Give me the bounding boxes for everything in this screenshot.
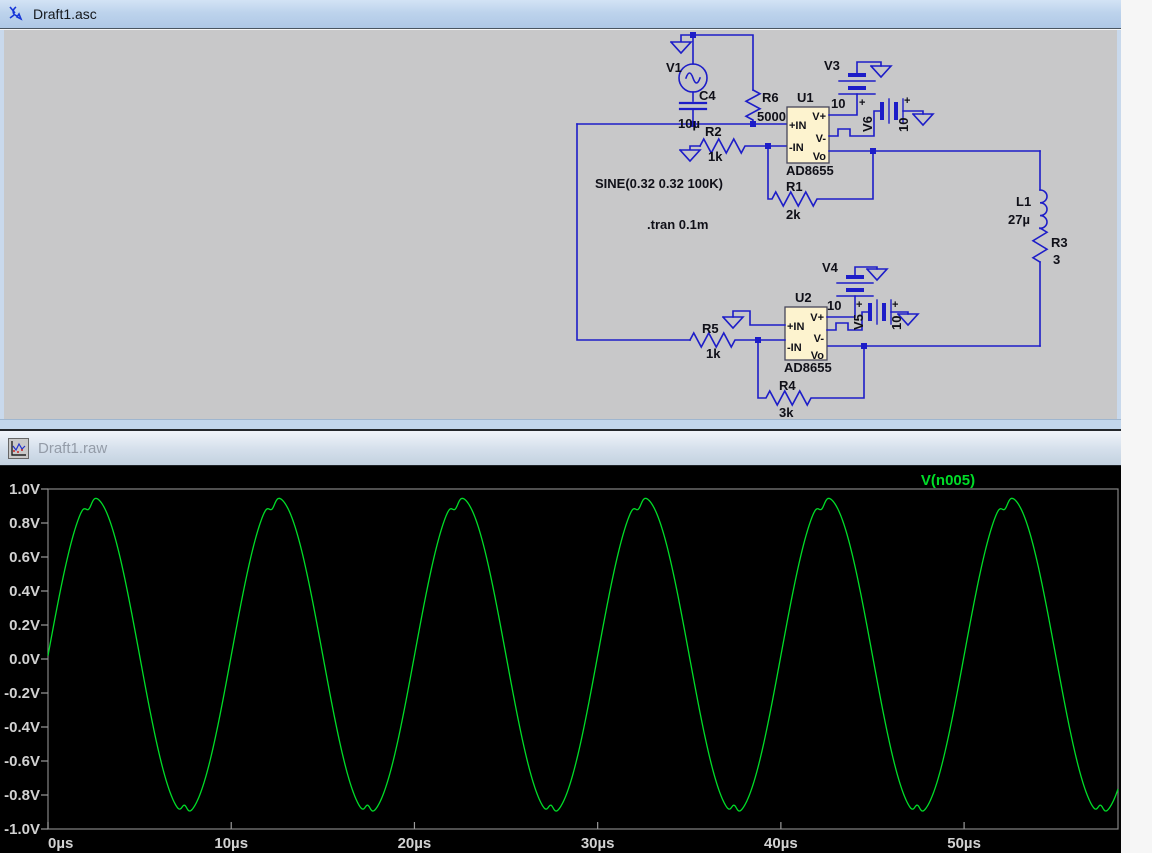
- u2-pin-vplus: V+: [810, 312, 824, 324]
- x-tick-label: 20µs: [398, 835, 432, 852]
- y-tick-label: -0.2V: [4, 685, 40, 702]
- schematic-titlebar[interactable]: Draft1.asc: [0, 0, 1121, 29]
- y-axis: 1.0V 0.8V 0.6V 0.4V 0.2V 0.0V -0.2V -0.4V -0.6V -…: [4, 481, 48, 838]
- label-v4-name[interactable]: V4: [822, 260, 839, 275]
- y-tick-label: 0.0V: [9, 651, 40, 668]
- wire-top-net[interactable]: [669, 34, 754, 91]
- y-tick-label: -0.8V: [4, 787, 40, 804]
- u2-pin-out: Vo: [811, 350, 825, 362]
- label-v4-value[interactable]: 10: [827, 298, 841, 313]
- u2-pin-vminus: V-: [814, 333, 825, 345]
- label-v5-plus: +: [892, 299, 898, 311]
- label-v6-plus: +: [904, 95, 910, 107]
- label-v5-value[interactable]: 10: [889, 316, 904, 330]
- label-v3-name[interactable]: V3: [824, 58, 840, 73]
- y-tick-label: 0.4V: [9, 583, 40, 600]
- ground-r2-icon: [678, 145, 702, 163]
- label-u1-part[interactable]: AD8655: [786, 163, 834, 178]
- schematic-window: Draft1.asc V1 C4 10µ R2 1k R6 5000 U1 AD…: [0, 0, 1121, 430]
- u2-pin-inplus: +IN: [787, 321, 804, 333]
- x-tick-label: 0µs: [48, 835, 73, 852]
- u2-pin-inminus: -IN: [787, 342, 802, 354]
- x-tick-label: 50µs: [947, 835, 981, 852]
- directive-tran[interactable]: .tran 0.1m: [647, 217, 708, 232]
- label-c4-value[interactable]: 10µ: [678, 116, 700, 131]
- schematic-title: Draft1.asc: [33, 6, 97, 22]
- waveform-window: Draft1.raw V(n005) 1.0V 0.8V 0.6V 0.4V 0.2V 0…: [0, 429, 1121, 853]
- x-axis: 0µs 10µs 20µs 30µs 40µs 50µs: [47, 822, 981, 852]
- waveform-plot: V(n005) 1.0V 0.8V 0.6V 0.4V 0.2V 0.0V -0.2V -0.…: [4, 472, 1119, 852]
- u1-pin-vplus: V+: [812, 111, 826, 123]
- y-tick-label: 0.2V: [9, 617, 40, 634]
- label-r1-name[interactable]: R1: [786, 179, 803, 194]
- y-tick-label: 0.6V: [9, 549, 40, 566]
- component-l1[interactable]: [1039, 150, 1048, 230]
- u1-pin-out: Vo: [813, 151, 827, 163]
- label-v3-plus: +: [859, 97, 865, 109]
- ltspice-desktop: Draft1.asc V1 C4 10µ R2 1k R6 5000 U1 AD…: [0, 0, 1152, 853]
- label-v4-plus: +: [856, 299, 862, 311]
- label-r5-name[interactable]: R5: [702, 321, 719, 336]
- x-tick-label: 40µs: [764, 835, 798, 852]
- trace-vn005[interactable]: [47, 497, 1119, 812]
- label-v3-value[interactable]: 10: [831, 96, 845, 111]
- label-r2-name[interactable]: R2: [705, 124, 722, 139]
- label-r3-name[interactable]: R3: [1051, 235, 1068, 250]
- trace-line[interactable]: [47, 497, 1119, 812]
- waveform-doc-icon: [8, 437, 29, 459]
- wire-input-net[interactable]: [576, 123, 788, 341]
- label-r4-value[interactable]: 3k: [779, 405, 794, 420]
- y-tick-label: -1.0V: [4, 821, 40, 838]
- schematic-drawing: V1 C4 10µ R2 1k R6 5000 U1 AD8655 V3 10 …: [576, 32, 1068, 420]
- u1-pin-inplus: +IN: [789, 120, 806, 132]
- component-r3[interactable]: [1031, 226, 1049, 347]
- label-r1-value[interactable]: 2k: [786, 207, 801, 222]
- label-r3-value[interactable]: 3: [1053, 252, 1060, 267]
- ground-v4-icon: [865, 267, 889, 282]
- ground-v1-icon: [669, 34, 694, 55]
- label-r6-value[interactable]: 5000: [757, 109, 786, 124]
- ground-v3-icon: [869, 64, 893, 79]
- component-r2[interactable]: [678, 137, 788, 163]
- label-l1-name[interactable]: L1: [1016, 194, 1031, 209]
- label-u2-name[interactable]: U2: [795, 290, 812, 305]
- waveform-title: Draft1.raw: [38, 439, 108, 457]
- label-r5-value[interactable]: 1k: [706, 346, 721, 361]
- label-v6-name[interactable]: V6: [860, 116, 875, 132]
- label-c4-name[interactable]: C4: [699, 88, 716, 103]
- wire-u2-plus-gnd[interactable]: [721, 310, 786, 330]
- schematic-canvas[interactable]: V1 C4 10µ R2 1k R6 5000 U1 AD8655 V3 10 …: [0, 30, 1121, 420]
- y-tick-label: -0.6V: [4, 753, 40, 770]
- ground-u2plus-icon: [721, 315, 745, 330]
- label-u1-name[interactable]: U1: [797, 90, 814, 105]
- u1-pin-vminus: V-: [816, 133, 827, 145]
- label-v6-value[interactable]: 10: [896, 118, 911, 132]
- directive-sine[interactable]: SINE(0.32 0.32 100K): [595, 176, 723, 191]
- label-l1-value[interactable]: 27µ: [1008, 212, 1030, 227]
- trace-label[interactable]: V(n005): [921, 472, 975, 489]
- y-tick-label: 0.8V: [9, 515, 40, 532]
- waveform-plot-area[interactable]: V(n005) 1.0V 0.8V 0.6V 0.4V 0.2V 0.0V -0.2V -0.…: [0, 467, 1121, 853]
- label-r4-name[interactable]: R4: [779, 378, 796, 393]
- label-r2-value[interactable]: 1k: [708, 149, 723, 164]
- label-v5-name[interactable]: V5: [851, 314, 866, 330]
- y-tick-label: -0.4V: [4, 719, 40, 736]
- label-v1-name[interactable]: V1: [666, 60, 682, 75]
- label-r6-name[interactable]: R6: [762, 90, 779, 105]
- plot-border: [47, 488, 1119, 830]
- x-tick-label: 30µs: [581, 835, 615, 852]
- label-u2-part[interactable]: AD8655: [784, 360, 832, 375]
- u1-pin-inminus: -IN: [789, 142, 804, 154]
- waveform-titlebar[interactable]: Draft1.raw: [0, 429, 1121, 466]
- x-tick-label: 10µs: [214, 835, 248, 852]
- ground-v6-icon: [911, 112, 935, 127]
- schematic-doc-icon: [9, 6, 23, 21]
- y-tick-label: 1.0V: [9, 481, 40, 498]
